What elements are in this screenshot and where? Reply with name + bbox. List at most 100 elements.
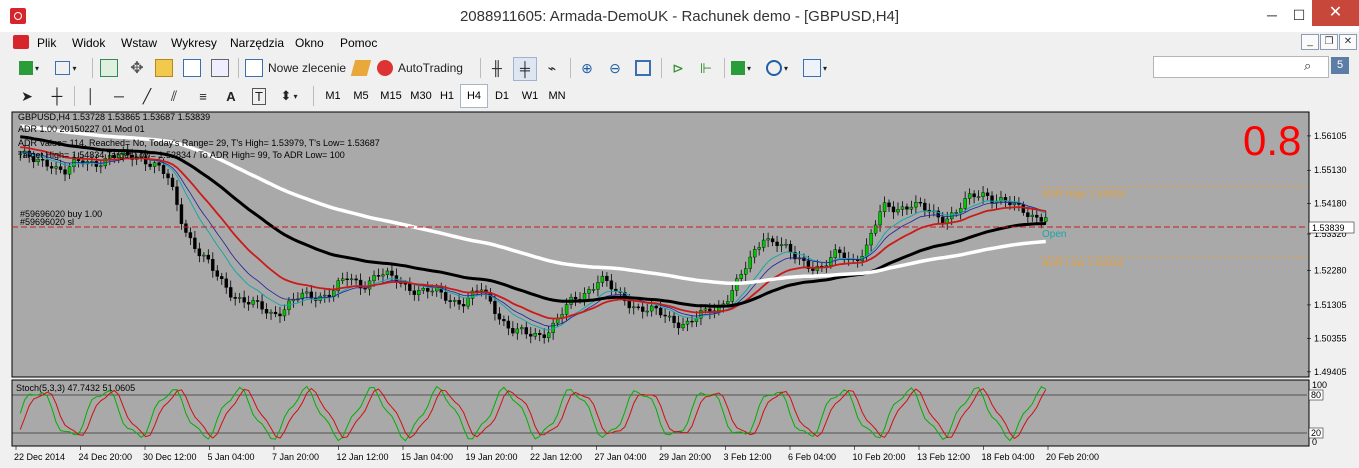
mdi-restore-button[interactable]: ❐ [1320, 34, 1338, 50]
adr-high-label: ADR High 1.54834 [1042, 189, 1126, 200]
candle-body [381, 274, 385, 277]
time-axis-label: 13 Feb 12:00 [917, 452, 970, 462]
strategy-tester-button[interactable] [209, 57, 231, 79]
text-button[interactable]: A [220, 85, 242, 107]
time-axis-label: 19 Jan 20:00 [466, 452, 518, 462]
order-label-sl: #59696020 sl [20, 217, 74, 227]
maximize-button[interactable]: ☐ [1285, 4, 1313, 26]
mdi-close-button[interactable]: ✕ [1339, 34, 1357, 50]
candle-body [515, 328, 520, 334]
menu-insert[interactable]: Wstaw [121, 36, 157, 50]
line-chart-icon: ⌁ [547, 59, 557, 76]
close-button[interactable]: ✕ [1312, 0, 1359, 26]
candle-body [641, 306, 645, 312]
channel-button[interactable]: ⫽ [163, 85, 185, 107]
terminal-button[interactable] [181, 57, 203, 79]
candle-body [667, 315, 672, 318]
price-axis-label: 1.50355 [1314, 333, 1347, 343]
time-axis-label: 18 Feb 04:00 [982, 452, 1035, 462]
trendline-icon: ╱ [142, 87, 152, 104]
candle-body [730, 290, 734, 302]
candle-body [63, 169, 67, 175]
candle-body [354, 278, 358, 281]
timeframe-m30[interactable]: M30 [406, 84, 436, 108]
search-icon[interactable]: ⌕ [1304, 58, 1320, 74]
line-chart-button[interactable]: ⌁ [541, 57, 563, 79]
crosshair-button[interactable]: ┼ [46, 85, 68, 107]
price-axis-label: 1.51305 [1314, 300, 1347, 310]
autotrading-button[interactable]: AutoTrading [377, 57, 467, 79]
timeframe-mn[interactable]: MN [544, 84, 570, 108]
candle-body [779, 244, 784, 247]
timeframe-m15[interactable]: M15 [376, 84, 406, 108]
adr-info-line-1: ADR 1.00 20150227 01 Mod 01 [18, 124, 145, 134]
menu-view[interactable]: Widok [72, 36, 105, 50]
chart-shift-button[interactable]: ⊩ [695, 57, 717, 79]
market-watch-button[interactable] [98, 57, 120, 79]
menu-charts[interactable]: Wykresy [171, 36, 217, 50]
timeframe-h1[interactable]: H1 [434, 84, 460, 108]
bar-chart-icon: ╫ [492, 60, 502, 76]
menu-file[interactable]: Plik [37, 36, 56, 50]
search-input[interactable] [1153, 56, 1329, 78]
bar-chart-button[interactable]: ╫ [486, 57, 508, 79]
autoscroll-button[interactable]: ⊳ [667, 57, 689, 79]
candle-body [197, 248, 202, 257]
navigator-button[interactable]: ✥ [126, 57, 148, 79]
indicators-button[interactable]: ▾ [730, 57, 752, 79]
candle-body [766, 238, 770, 241]
candle-body [533, 333, 537, 337]
templates-button[interactable]: ▾ [803, 57, 827, 79]
vertical-line-button[interactable]: │ [80, 85, 102, 107]
menu-tools[interactable]: Narzędzia [230, 36, 284, 50]
mdi-minimize-button[interactable]: _ [1301, 34, 1319, 50]
tile-icon [635, 60, 651, 76]
arrows-button[interactable]: ⬍ ▾ [278, 85, 300, 107]
price-chart[interactable]: ADR High 1.54834 ADR Low 1.52834 Open GB… [10, 110, 1355, 465]
timeframe-d1[interactable]: D1 [489, 84, 515, 108]
plus-icon [18, 61, 33, 75]
fibonacci-button[interactable]: ≡ [192, 85, 214, 107]
candle-body [166, 173, 170, 179]
text-label-button[interactable]: T [248, 85, 270, 107]
candle-body [685, 320, 690, 325]
messages-badge[interactable]: 5 [1331, 57, 1349, 74]
timeframe-m1[interactable]: M1 [320, 84, 346, 108]
candle-body [211, 259, 215, 271]
zoom-out-button[interactable]: ⊖ [604, 57, 626, 79]
profiles-button[interactable]: ▾ [55, 57, 77, 79]
candle-chart-icon: ╪ [520, 61, 530, 77]
candle-body [506, 320, 511, 329]
new-chart-button[interactable]: ▾ [18, 57, 40, 79]
timeframe-h4[interactable]: H4 [460, 84, 488, 108]
cursor-button[interactable]: ➤ [16, 85, 38, 107]
candle-body [152, 162, 157, 167]
data-window-button[interactable] [153, 57, 175, 79]
menu-window[interactable]: Okno [295, 36, 324, 50]
trendline-button[interactable]: ╱ [136, 85, 158, 107]
zoom-in-button[interactable]: ⊕ [576, 57, 598, 79]
timeframe-w1[interactable]: W1 [517, 84, 543, 108]
candle-body [349, 278, 354, 281]
periods-button[interactable]: ▾ [766, 57, 788, 79]
candle-body [694, 317, 699, 322]
menu-help[interactable]: Pomoc [340, 36, 377, 50]
candle-body [49, 166, 54, 169]
minimize-button[interactable]: ─ [1258, 4, 1286, 26]
candle-chart-button[interactable]: ╪ [513, 57, 537, 81]
stoch-plot-area[interactable] [11, 379, 1310, 447]
arrows-icon: ⬍ [280, 88, 292, 103]
horizontal-line-button[interactable]: ─ [108, 85, 130, 107]
chart-window-icon[interactable] [13, 35, 29, 49]
price-axis-label: 1.55130 [1314, 165, 1347, 175]
tile-windows-button[interactable] [632, 57, 654, 79]
candle-body [390, 270, 394, 276]
metaeditor-button[interactable] [350, 57, 372, 79]
chart-window[interactable]: ADR High 1.54834 ADR Low 1.52834 Open GB… [10, 110, 1355, 465]
adr-info-line-3: Target High= 1.54834 Target Low= 1.52834… [18, 150, 345, 160]
candle-body [587, 289, 591, 294]
timeframe-m5[interactable]: M5 [348, 84, 374, 108]
new-order-button[interactable]: Nowe zlecenie [245, 57, 350, 79]
candle-body [457, 300, 461, 305]
candle-body [452, 300, 457, 302]
